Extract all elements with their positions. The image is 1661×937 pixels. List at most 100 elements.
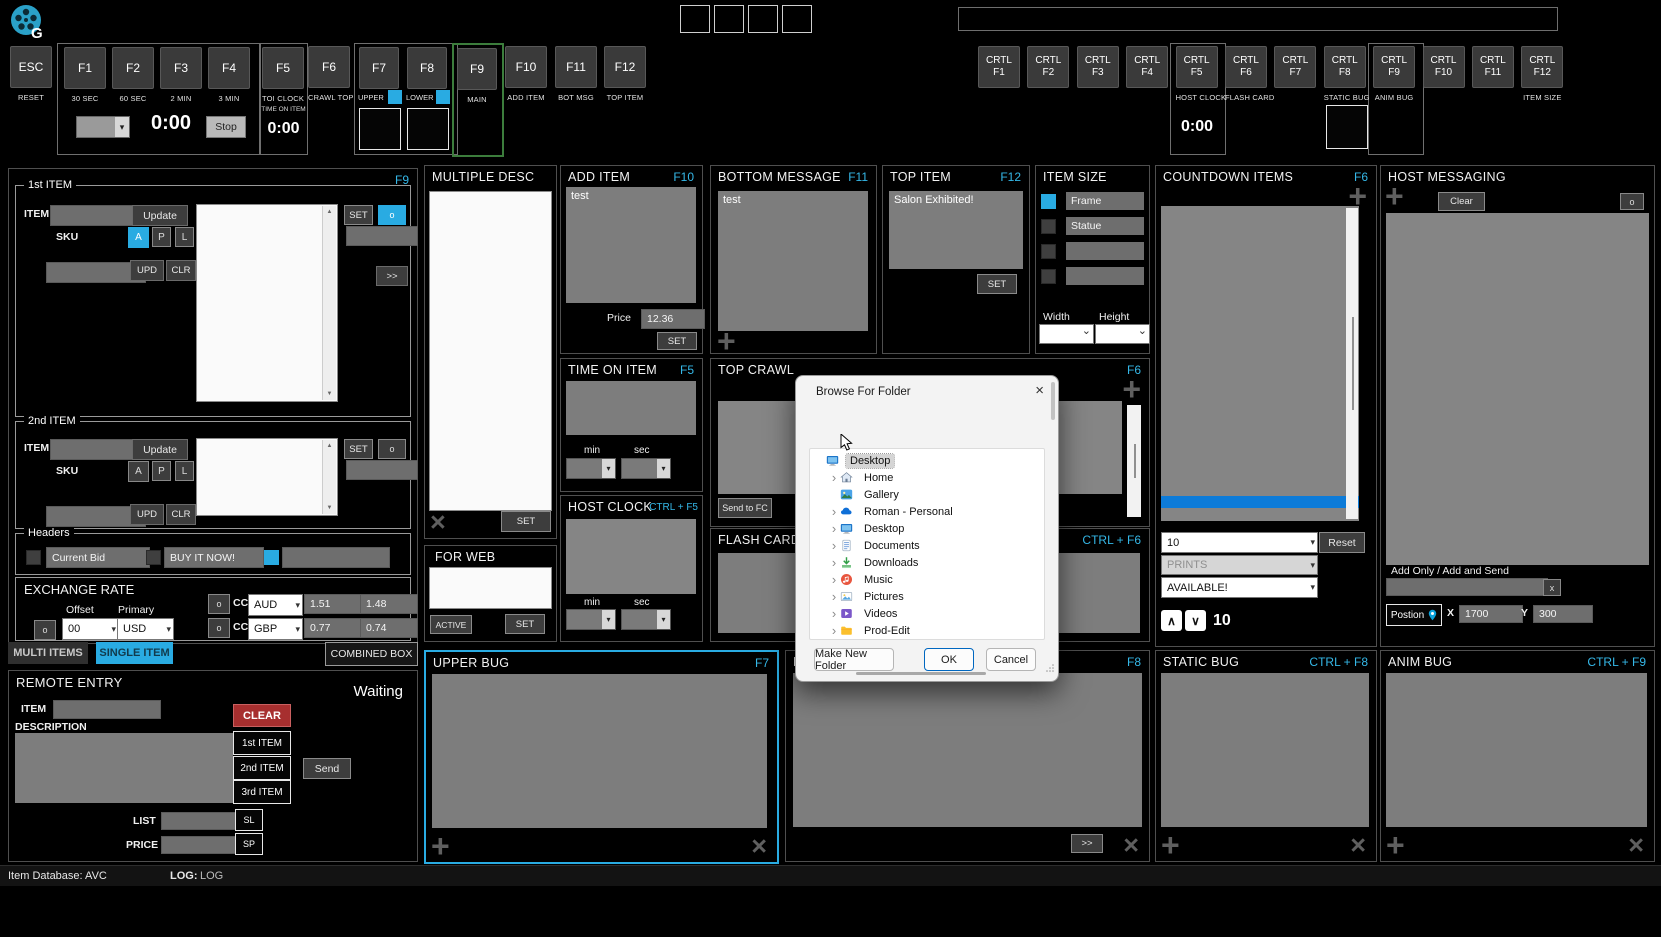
expand-arrow-icon[interactable]: › [828,555,840,570]
countdown-item[interactable] [1161,433,1359,446]
item1-list-scrollbar[interactable]: ▲▼ [322,206,336,400]
item1-sku-a-button[interactable]: A [128,227,149,248]
multiple-desc-clear-icon[interactable]: × [430,508,446,536]
countdown-item[interactable] [1161,445,1359,458]
stop-button[interactable]: Stop [206,116,246,138]
ctrl-key[interactable]: CRTLF9 ANIM BUG [1373,46,1415,102]
item1-more-button[interactable]: >> [376,266,408,286]
remote-sl-button[interactable]: SL [235,809,263,831]
item1-update-button[interactable]: Update [132,205,188,226]
countdown-item[interactable] [1161,408,1359,421]
item2-sku-p-button[interactable]: P [152,461,171,481]
header2-field[interactable]: BUY IT NOW! [164,547,264,568]
host-messaging-clear-button[interactable]: Clear [1438,192,1485,211]
tree-item[interactable]: › Pictures [810,588,1044,605]
ctrl-key[interactable]: CRTLF10 [1423,46,1465,102]
top-item-set-button[interactable]: SET [977,274,1017,294]
dialog-close-icon[interactable]: × [1035,382,1044,399]
timer-preset-select[interactable] [76,116,130,138]
cc2-currency-select[interactable]: GBP [248,618,303,640]
key-f1[interactable]: F130 SEC [64,47,106,103]
tree-item[interactable]: › Documents [810,537,1044,554]
host-message-item[interactable] [1386,359,1649,372]
top-crawl-scrollbar[interactable] [1127,405,1141,517]
upper-bug-add-icon[interactable]: + [431,832,450,860]
host-message-item[interactable] [1386,269,1649,282]
item1-o-button[interactable]: o [378,205,406,225]
remote-list-input[interactable] [161,812,245,830]
tree-item[interactable]: › Prod-Edit [810,622,1044,639]
add-item-price-input[interactable]: 12.36 [641,309,705,329]
topbar-button[interactable] [714,5,744,33]
key-f6[interactable]: F6CRAWL TOP [308,46,350,102]
countdown-item[interactable] [1161,307,1359,320]
host-clock-list[interactable] [566,519,696,594]
ctrl-key[interactable]: CRTLF12 ITEM SIZE [1521,46,1563,102]
header1-checkbox[interactable] [26,550,41,565]
key-f9[interactable]: F9MAIN [457,48,497,104]
exchange-offset-o-button[interactable]: o [34,620,56,640]
static-bug-clear-icon[interactable]: × [1350,831,1366,859]
static-bug-preview[interactable] [1326,105,1368,149]
host-message-item[interactable] [1386,410,1649,423]
host-message-item[interactable] [1386,423,1649,436]
static-bug-add-icon[interactable]: + [1161,831,1180,859]
item-size-field[interactable]: Statue [1066,217,1144,235]
item1-clr-button[interactable]: CLR [166,260,196,281]
countdown-item[interactable] [1161,345,1359,358]
item1-set-button[interactable]: SET [344,205,373,225]
primary-currency-select[interactable]: USD [117,618,174,640]
item2-sku-a-button[interactable]: A [128,461,149,482]
item1-upd-button[interactable]: UPD [130,260,164,281]
countdown-item[interactable] [1161,420,1359,433]
key-f11[interactable]: F11BOT MSG [555,46,597,102]
host-message-item[interactable] [1386,372,1649,385]
cancel-button[interactable]: Cancel [986,648,1036,671]
cc1-o-button[interactable]: o [208,594,230,614]
countdown-list[interactable] [1161,206,1359,521]
host-clock-item[interactable] [566,522,696,537]
topbar-button[interactable] [748,5,778,33]
host-message-item[interactable] [1386,217,1649,230]
item1-sku-p-button[interactable]: P [152,227,171,247]
countdown-item[interactable] [1161,395,1359,408]
for-web-active-button[interactable]: ACTIVE [430,615,472,634]
position-x-input[interactable]: 1700 [1459,605,1523,623]
for-web-set-button[interactable]: SET [505,614,545,634]
host-message-item[interactable] [1386,243,1649,256]
cc1-currency-select[interactable]: AUD [248,594,303,616]
key-f2[interactable]: F260 SEC [112,47,154,103]
tree-item[interactable]: › Gallery [810,486,1044,503]
top-item-textarea[interactable]: Salon Exhibited! [889,191,1023,269]
host-message-item[interactable] [1386,385,1649,398]
expand-arrow-icon[interactable]: › [828,623,840,638]
host-clock-min-select[interactable] [566,609,616,630]
key-f8[interactable]: F8 [407,47,447,89]
countdown-scrollbar[interactable] [1346,208,1358,519]
upper-bug-clear-icon[interactable]: × [751,832,767,860]
host-message-item[interactable] [1386,294,1649,307]
host-messaging-add-icon[interactable]: + [1385,182,1404,210]
ctrl-key[interactable]: CRTLF2 [1027,46,1069,102]
expand-arrow-icon[interactable]: › [828,470,840,485]
remote-sp-button[interactable]: SP [235,833,263,855]
item-size-field[interactable] [1066,242,1144,260]
countdown-item[interactable] [1161,370,1359,383]
item-width-select[interactable] [1039,324,1094,344]
host-clock-item[interactable] [566,566,696,581]
key-f3[interactable]: F32 MIN [160,47,202,103]
countdown-down-button[interactable]: ∨ [1185,610,1206,631]
toi-sec-select[interactable] [621,458,671,479]
tree-item[interactable]: › Roman - Personal [810,503,1044,520]
host-message-input[interactable] [1386,578,1548,596]
make-new-folder-button[interactable]: Make New Folder [814,648,894,671]
upper-bug-preview[interactable] [359,108,401,150]
ctrl-key[interactable]: CRTLF3 [1077,46,1119,102]
ctrl-key[interactable]: CRTLF6 FLASH CARD [1225,46,1267,102]
key-f5[interactable]: F5TOI CLOCK [262,47,304,103]
ctrl-key[interactable]: CRTLF8 STATIC BUG [1324,46,1366,102]
item2-upd-button[interactable]: UPD [130,504,164,525]
countdown-qty-select[interactable]: 10 [1161,532,1318,553]
topbar-input[interactable] [958,7,1558,31]
expand-arrow-icon[interactable]: › [828,504,840,519]
